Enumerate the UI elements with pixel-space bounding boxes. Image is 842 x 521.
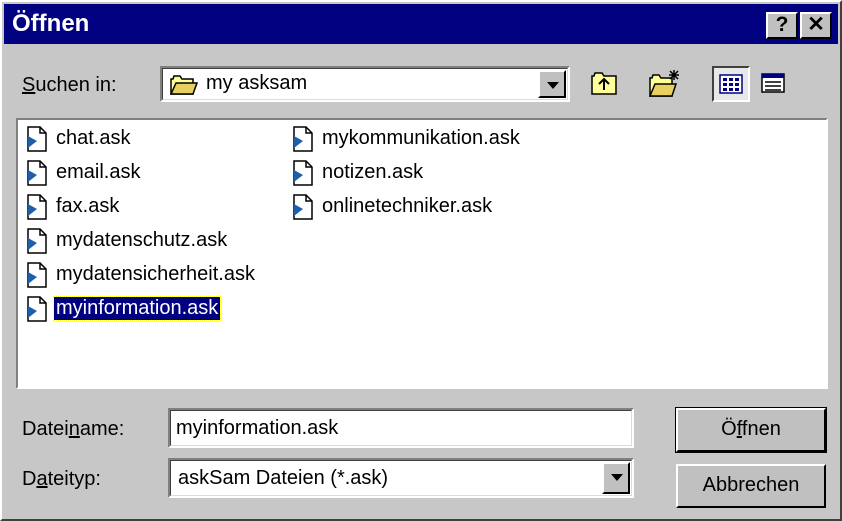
filename-input[interactable]: myinformation.ask [168,408,634,448]
filetype-value: askSam Dateien (*.ask) [178,467,389,489]
open-button[interactable]: Öffnen [675,407,827,453]
folder-icon [170,75,198,95]
new-folder-button[interactable] [646,66,684,102]
file-name: mydatensicherheit.ask [56,263,255,285]
open-dialog: Öffnen ? ✕ Suchen in: my asksam chat.ask… [0,0,842,521]
file-list[interactable]: chat.ask email.ask fax.ask mydatenschutz.as… [16,118,828,389]
details-view-button[interactable] [754,66,792,102]
filename-value: myinformation.ask [176,417,339,439]
look-in-label: Suchen in: [22,74,117,96]
file-name: notizen.ask [322,161,424,183]
ask-file-icon [293,194,313,220]
ask-file-icon [27,296,47,322]
ask-file-icon [293,126,313,152]
look-in-dropdown-button[interactable] [538,70,566,98]
up-folder-icon [591,72,617,95]
look-in-combo[interactable]: my asksam [160,66,570,102]
filetype-select[interactable]: askSam Dateien (*.ask) [168,458,634,498]
close-button[interactable]: ✕ [800,12,832,39]
ask-file-icon [27,262,47,288]
look-in-value: my asksam [206,72,308,94]
file-name: chat.ask [56,127,131,149]
file-name: onlinetechniker.ask [322,195,493,217]
ask-file-icon [27,194,47,220]
file-name: myinformation.ask [52,296,222,321]
cancel-button[interactable]: Abbrechen [676,464,826,508]
filetype-dropdown-button[interactable] [602,462,630,494]
ask-file-icon [27,228,47,254]
file-name: fax.ask [56,195,120,217]
help-button[interactable]: ? [766,12,798,39]
filetype-label: Dateityp: [22,468,101,490]
file-name: mykommunikation.ask [322,127,520,149]
list-view-button[interactable] [712,66,750,102]
ask-file-icon [27,126,47,152]
details-view-icon [761,73,785,93]
window-title: Öffnen [12,10,90,37]
file-name: email.ask [56,161,141,183]
ask-file-icon [293,160,313,186]
ask-file-icon [27,160,47,186]
new-folder-icon [648,70,679,97]
list-view-icon [719,74,743,94]
file-name: mydatenschutz.ask [56,229,228,251]
up-folder-button[interactable] [586,66,624,102]
title-bar[interactable]: Öffnen ? ✕ [4,4,838,44]
filename-label: Dateiname: [22,418,125,440]
